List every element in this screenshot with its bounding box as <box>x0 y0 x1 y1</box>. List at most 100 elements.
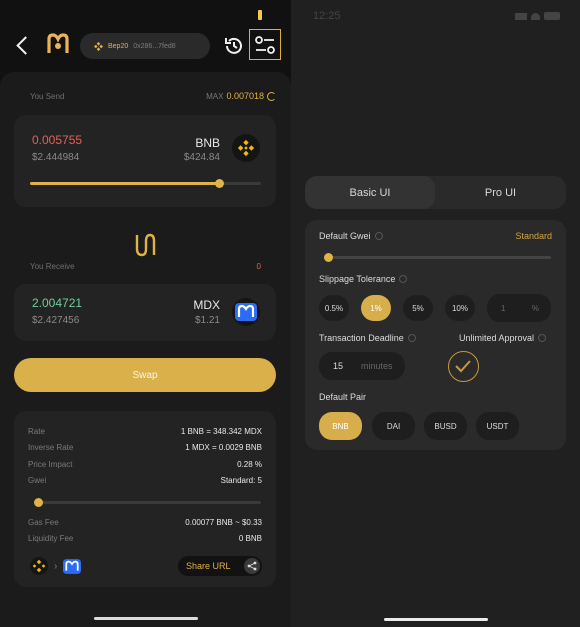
deadline-value: 15 <box>333 361 344 371</box>
custom-slippage-unit: % <box>531 304 539 313</box>
detail-row-rate: Rate 1 BNB = 348.342 MDX <box>28 427 262 439</box>
swap-card: You Send MAX 0.007018 0.005755 $2.444984… <box>0 72 291 627</box>
default-gwei-label-text: Default Gwei <box>319 231 371 241</box>
back-button[interactable] <box>14 34 34 58</box>
default-gwei-slider[interactable] <box>324 253 551 262</box>
tab-basic-ui[interactable]: Basic UI <box>305 176 435 209</box>
detail-value: 0.28 % <box>237 460 262 469</box>
home-indicator <box>94 617 198 620</box>
tab-pro-ui[interactable]: Pro UI <box>435 176 566 209</box>
max-balance[interactable]: MAX 0.007018 <box>206 91 276 101</box>
send-token-symbol[interactable]: BNB <box>195 136 220 150</box>
settings-button[interactable] <box>249 29 281 60</box>
default-pair-label-text: Default Pair <box>319 392 367 402</box>
detail-value: 0 BNB <box>238 534 262 543</box>
mdx-icon <box>235 303 257 321</box>
unlimited-approval-toggle[interactable] <box>448 351 479 382</box>
swap-route: › <box>30 557 82 575</box>
receive-label: You Receive <box>30 262 75 271</box>
send-amount-box: 0.005755 $2.444984 BNB $424.84 <box>14 115 276 207</box>
battery-icon <box>544 12 560 20</box>
detail-key: Inverse Rate <box>28 443 74 452</box>
share-glyph <box>247 561 257 571</box>
help-icon[interactable] <box>374 232 383 240</box>
help-icon[interactable] <box>399 275 408 283</box>
detail-key: Gas Fee <box>28 518 59 527</box>
pair-option-busd[interactable]: BUSD <box>424 412 467 440</box>
mdex-logo-icon <box>47 33 69 53</box>
detail-row-inverse-rate: Inverse Rate 1 MDX = 0.0029 BNB <box>28 443 262 455</box>
bnb-token-icon[interactable] <box>232 134 260 162</box>
swap-details: Rate 1 BNB = 348.342 MDX Inverse Rate 1 … <box>14 411 276 587</box>
send-amount-slider[interactable] <box>30 179 261 188</box>
detail-row-liquidity-fee: Liquidity Fee 0 BNB <box>28 534 262 546</box>
detail-value: Standard: 5 <box>220 476 262 485</box>
detail-key: Price Impact <box>28 460 73 469</box>
wifi-icon <box>531 12 540 20</box>
max-label: MAX <box>206 91 224 101</box>
swap-direction-icon[interactable] <box>131 231 159 259</box>
swap-header: Bep20 0x286...7fed8 <box>0 26 291 66</box>
send-amount-input[interactable]: 0.005755 <box>32 133 82 147</box>
swap-button[interactable]: Swap <box>14 358 276 392</box>
detail-value: 0.00077 BNB ~ $0.33 <box>185 518 262 527</box>
slippage-label: Slippage Tolerance <box>319 274 408 284</box>
wallet-address-pill[interactable]: Bep20 0x286...7fed8 <box>80 33 210 59</box>
default-gwei-value: Standard <box>515 231 552 241</box>
send-slider-knob[interactable] <box>214 179 224 188</box>
slippage-option-5[interactable]: 5% <box>403 295 433 321</box>
refresh-icon[interactable] <box>267 91 276 101</box>
status-time: 12:25 <box>313 10 341 22</box>
send-token-price: $424.84 <box>183 152 220 163</box>
history-icon[interactable] <box>222 34 246 58</box>
receive-amount-input[interactable]: 2.004721 <box>32 296 82 310</box>
detail-key: Gwei <box>28 476 47 485</box>
pair-option-dai[interactable]: DAI <box>372 412 415 440</box>
unlimited-approval-label-text: Unlimited Approval <box>459 333 535 343</box>
gwei-slider-knob[interactable] <box>34 498 43 507</box>
pair-option-usdt[interactable]: USDT <box>476 412 519 440</box>
detail-key: Rate <box>28 427 45 436</box>
wallet-address: 0x286...7fed8 <box>133 42 176 50</box>
mdx-route-icon <box>63 558 82 574</box>
custom-slippage-input[interactable]: 1 % <box>487 294 551 322</box>
receive-usd-value: $2.427456 <box>32 315 80 326</box>
gwei-slider[interactable] <box>34 498 261 507</box>
status-icons <box>515 12 560 20</box>
deadline-label: Transaction Deadline <box>319 333 416 343</box>
detail-row-gas-fee: Gas Fee 0.00077 BNB ~ $0.33 <box>28 518 262 530</box>
default-pair-label: Default Pair <box>319 392 366 402</box>
default-gwei-label: Default Gwei <box>319 231 383 241</box>
settings-panel: Default Gwei Standard Slippage Tolerance… <box>305 220 566 450</box>
deadline-label-text: Transaction Deadline <box>319 333 404 343</box>
share-url-button[interactable]: Share URL <box>178 556 262 576</box>
ui-mode-tabs: Basic UI Pro UI <box>305 176 566 209</box>
default-gwei-knob[interactable] <box>324 253 333 262</box>
receive-count: 0 <box>256 262 261 271</box>
help-icon[interactable] <box>538 334 547 342</box>
slippage-label-text: Slippage Tolerance <box>319 274 396 284</box>
slippage-option-1[interactable]: 1% <box>361 295 391 321</box>
slippage-option-10[interactable]: 10% <box>445 295 475 321</box>
custom-slippage-value: 1 <box>501 304 506 313</box>
pair-option-bnb[interactable]: BNB <box>319 412 362 440</box>
receive-label-text: You Receive <box>30 262 75 271</box>
slippage-option-0-5[interactable]: 0.5% <box>319 295 349 321</box>
swap-screen: Bep20 0x286...7fed8 You Send MAX 0.00701… <box>0 0 291 627</box>
send-label-text: You Send <box>30 92 65 101</box>
bnb-icon <box>237 139 255 157</box>
chevron-right-icon: › <box>54 560 58 572</box>
settings-screen: 12:25 Basic UI Pro UI Default Gwei Stand… <box>291 0 580 627</box>
status-indicator <box>258 10 262 20</box>
help-icon[interactable] <box>407 334 416 342</box>
share-icon[interactable] <box>244 558 260 574</box>
deadline-unit: minutes <box>361 361 393 371</box>
unlimited-approval-label: Unlimited Approval <box>459 333 547 343</box>
sliders-icon <box>255 35 275 54</box>
max-value: 0.007018 <box>226 91 264 101</box>
deadline-input[interactable]: 15 minutes <box>319 352 405 380</box>
send-usd-value: $2.444984 <box>32 152 80 163</box>
detail-key: Liquidity Fee <box>28 534 74 543</box>
mdx-token-icon[interactable] <box>232 298 260 326</box>
receive-token-symbol[interactable]: MDX <box>193 298 220 312</box>
